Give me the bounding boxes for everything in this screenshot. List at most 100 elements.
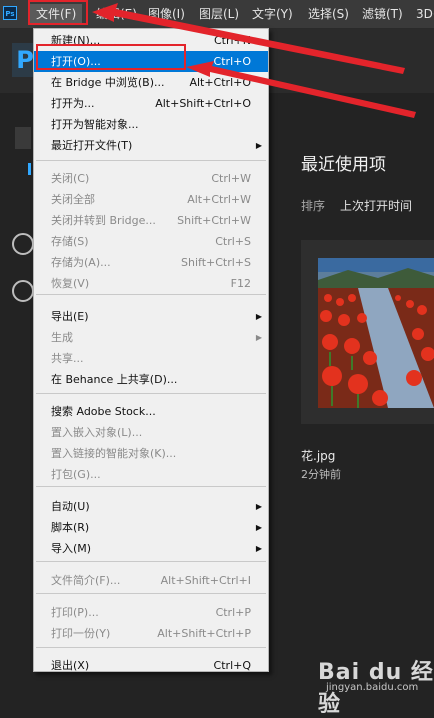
menu-item-label: 打印一份(Y) — [51, 627, 111, 640]
menu-separator — [36, 486, 266, 487]
menu-item-label: 生成 — [51, 331, 73, 344]
menu-item[interactable]: 打开为智能对象... — [34, 114, 268, 135]
left-nav-active-marker — [28, 163, 31, 175]
menu-item[interactable]: 打包(G)... — [34, 464, 268, 485]
home-left-panel — [0, 93, 30, 702]
menu-item[interactable]: 关闭全部 Alt+Ctrl+W — [34, 189, 268, 210]
create-new-circle-icon[interactable] — [12, 233, 34, 255]
menu-item-label: 恢复(V) — [51, 277, 90, 290]
left-nav-tab[interactable] — [15, 127, 31, 149]
menu-separator — [36, 160, 266, 161]
menu-item-shortcut: Ctrl+N — [213, 34, 251, 47]
menu-item-shortcut: Alt+Shift+Ctrl+O — [155, 97, 251, 110]
menu-item-shortcut: Ctrl+O — [213, 55, 251, 68]
recent-file-name[interactable]: 花.jpg — [301, 447, 335, 464]
menu-item[interactable]: 关闭(C) Ctrl+W — [34, 168, 268, 189]
menu-separator — [36, 647, 266, 648]
menu-item[interactable]: 退出(X) Ctrl+Q — [34, 655, 268, 676]
baidu-watermark-url: jingyan.baidu.com — [326, 682, 419, 693]
menu-item[interactable]: 存储(S) Ctrl+S — [34, 231, 268, 252]
menu-item-label: 置入链接的智能对象(K)... — [51, 447, 177, 460]
submenu-arrow-icon: ▶ — [255, 502, 262, 511]
menu-item-shortcut: Alt+Ctrl+O — [189, 76, 251, 89]
menu-item-shortcut: Shift+Ctrl+S — [181, 256, 251, 269]
submenu-arrow-icon: ▶ — [255, 141, 262, 150]
submenu-arrow-icon: ▶ — [255, 544, 262, 553]
recent-file-time: 2分钟前 — [301, 468, 341, 481]
menu-separator — [36, 593, 266, 594]
menu-select[interactable]: 选择(S) — [306, 4, 351, 24]
menu-item-label: 打开为智能对象... — [51, 118, 139, 131]
submenu-arrow-icon: ▶ — [255, 333, 262, 342]
menu-item-shortcut: Ctrl+P — [215, 606, 251, 619]
sort-label: 排序 — [301, 199, 326, 213]
file-menu-dropdown: 新建(N)... Ctrl+N 打开(O)... Ctrl+O 在 Bridge 中浏览… — [33, 28, 269, 672]
menu-item[interactable]: 最近打开文件(T) ▶ — [34, 135, 268, 156]
menu-item[interactable]: 文件简介(F)... Alt+Shift+Ctrl+I — [34, 570, 268, 591]
menu-item[interactable]: 存储为(A)... Shift+Ctrl+S — [34, 252, 268, 273]
annotation-box-file — [28, 0, 88, 25]
menu-item-label: 自动(U) — [51, 500, 90, 513]
menu-item[interactable]: 打印(P)... Ctrl+P — [34, 602, 268, 623]
menu-item-label: 关闭(C) — [51, 172, 90, 185]
menu-item[interactable]: 在 Behance 上共享(D)... — [34, 369, 268, 390]
menu-item-label: 文件简介(F)... — [51, 574, 121, 587]
menu-item-label: 打印(P)... — [51, 606, 99, 619]
menu-item[interactable]: 打印一份(Y) Alt+Shift+Ctrl+P — [34, 623, 268, 644]
menu-separator — [36, 294, 266, 295]
submenu-arrow-icon: ▶ — [255, 312, 262, 321]
menu-item-shortcut: Ctrl+Q — [213, 659, 251, 672]
menu-filter[interactable]: 滤镜(T) — [360, 4, 405, 24]
menu-type[interactable]: 文字(Y) — [250, 4, 295, 24]
menu-item-label: 打包(G)... — [51, 468, 101, 481]
menu-item-shortcut: Ctrl+W — [211, 172, 251, 185]
menu-item-label: 退出(X) — [51, 659, 90, 672]
menu-item[interactable]: 在 Bridge 中浏览(B)... Alt+Ctrl+O — [34, 72, 268, 93]
menu-item[interactable]: 共享... — [34, 348, 268, 369]
sort-dropdown[interactable]: 上次打开时间 — [340, 197, 412, 214]
menu-item-label: 在 Behance 上共享(D)... — [51, 373, 178, 386]
submenu-arrow-icon: ▶ — [255, 523, 262, 532]
annotation-box-open — [36, 44, 186, 70]
menu-item[interactable]: 自动(U) ▶ — [34, 496, 268, 517]
menu-item-shortcut: Alt+Ctrl+W — [187, 193, 251, 206]
flower-thumbnail[interactable] — [318, 258, 434, 408]
menu-item-label: 脚本(R) — [51, 521, 90, 534]
menu-item-label: 存储(S) — [51, 235, 89, 248]
menu-item-label: 最近打开文件(T) — [51, 139, 133, 152]
menu-item-shortcut: Ctrl+S — [215, 235, 251, 248]
menu-item[interactable]: 导出(E) ▶ — [34, 306, 268, 327]
menu-item[interactable]: 关闭并转到 Bridge... Shift+Ctrl+W — [34, 210, 268, 231]
menu-item[interactable]: 打开为... Alt+Shift+Ctrl+O — [34, 93, 268, 114]
menu-item-label: 置入嵌入对象(L)... — [51, 426, 143, 439]
menu-edit[interactable]: 编辑(E) — [94, 4, 139, 24]
menu-item[interactable]: 导入(M) ▶ — [34, 538, 268, 559]
menu-separator — [36, 393, 266, 394]
menu-image[interactable]: 图像(I) — [146, 4, 187, 24]
menu-item-shortcut: Shift+Ctrl+W — [177, 214, 251, 227]
menu-item-label: 在 Bridge 中浏览(B)... — [51, 76, 165, 89]
menu-item[interactable]: 置入链接的智能对象(K)... — [34, 443, 268, 464]
menu-item-label: 关闭并转到 Bridge... — [51, 214, 156, 227]
menu-item-label: 存储为(A)... — [51, 256, 111, 269]
menu-item-shortcut: Alt+Shift+Ctrl+P — [157, 627, 251, 640]
menu-separator — [36, 561, 266, 562]
photoshop-logo-icon: Ps — [3, 6, 17, 20]
menu-item[interactable]: 置入嵌入对象(L)... — [34, 422, 268, 443]
menu-item-label: 打开为... — [51, 97, 95, 110]
menu-item[interactable]: 生成 ▶ — [34, 327, 268, 348]
open-circle-icon[interactable] — [12, 280, 34, 302]
menu-item-label: 共享... — [51, 352, 84, 365]
menu-layer[interactable]: 图层(L) — [197, 4, 241, 24]
menu-item-shortcut: F12 — [230, 277, 251, 290]
menu-item-shortcut: Alt+Shift+Ctrl+I — [160, 574, 251, 587]
menu-item[interactable]: 脚本(R) ▶ — [34, 517, 268, 538]
menu-item[interactable]: 恢复(V) F12 — [34, 273, 268, 294]
menu-item-label: 导出(E) — [51, 310, 89, 323]
menu-item-label: 搜索 Adobe Stock... — [51, 405, 156, 418]
recent-title: 最近使用项 — [301, 155, 386, 175]
menu-3d[interactable]: 3D(D — [414, 4, 434, 24]
menu-item-label: 导入(M) — [51, 542, 92, 555]
menu-item[interactable]: 搜索 Adobe Stock... — [34, 401, 268, 422]
menu-item-label: 关闭全部 — [51, 193, 95, 206]
